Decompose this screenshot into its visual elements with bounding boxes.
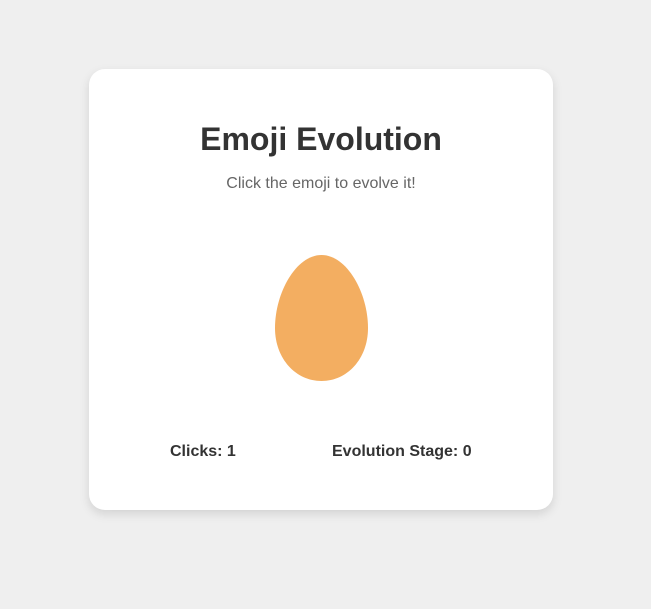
evolution-stage-counter: Evolution Stage: 0 <box>332 443 472 461</box>
game-card: Emoji Evolution Click the emoji to evolv… <box>89 69 553 510</box>
clicks-label: Clicks: <box>170 443 223 460</box>
egg-icon[interactable] <box>275 255 368 381</box>
evolution-stage-value: 0 <box>462 443 472 460</box>
instructions-text: Click the emoji to evolve it! <box>226 175 416 192</box>
page-title: Emoji Evolution <box>200 121 442 157</box>
clicks-value: 1 <box>226 443 236 460</box>
egg-shape <box>275 255 368 381</box>
clicks-counter: Clicks: 1 <box>170 443 236 461</box>
evolution-stage-label: Evolution Stage: <box>332 443 459 460</box>
